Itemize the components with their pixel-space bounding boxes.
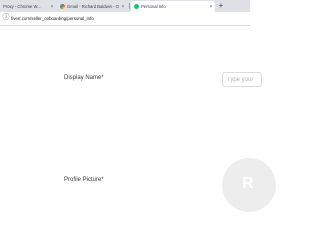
browser-tab-bar: Proxy - Chrome W... × Gmail - Richard Ba… xyxy=(0,0,250,12)
tab-proxy[interactable]: Proxy - Chrome W... × xyxy=(0,1,56,12)
address-bar[interactable]: ⓘ fiverr.com/seller_onboarding/personal_… xyxy=(0,12,250,26)
gmail-icon xyxy=(60,4,65,9)
tab-divider xyxy=(129,3,130,9)
display-name-label: Display Name* xyxy=(64,75,104,81)
display-name-input[interactable] xyxy=(222,72,262,87)
close-tab-icon[interactable]: × xyxy=(119,4,127,10)
new-tab-button[interactable]: + xyxy=(216,1,226,11)
tab-label: Personal Info xyxy=(141,4,166,9)
tab-label: Gmail - Richard Baldwin - Outlo... xyxy=(67,4,119,9)
close-tab-icon[interactable]: × xyxy=(207,4,215,10)
tab-label: Proxy - Chrome W... xyxy=(3,4,41,9)
fiverr-icon xyxy=(134,4,139,9)
tab-personal-info[interactable]: Personal Info × xyxy=(131,1,215,12)
profile-picture-label: Profile Picture* xyxy=(64,177,104,183)
close-tab-icon[interactable]: × xyxy=(48,4,56,10)
tab-gmail[interactable]: Gmail - Richard Baldwin - Outlo... × xyxy=(57,1,127,12)
avatar-initial: R xyxy=(242,175,254,192)
url-text[interactable]: fiverr.com/seller_onboarding/personal_in… xyxy=(11,15,94,22)
site-info-icon[interactable]: ⓘ xyxy=(1,13,11,23)
